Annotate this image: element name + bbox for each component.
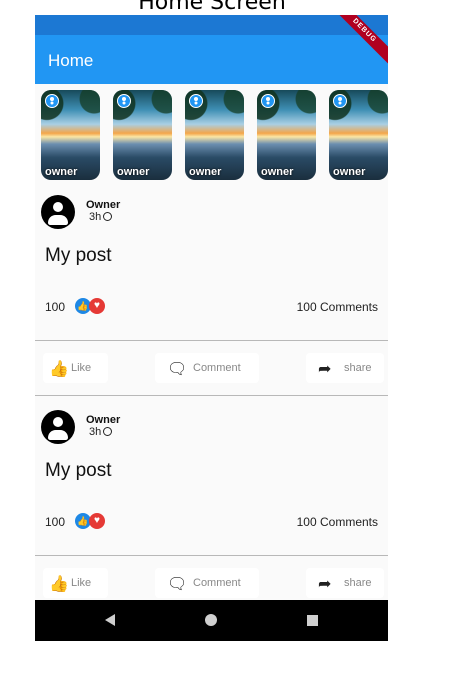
page-title: Home xyxy=(48,51,94,70)
reaction-count[interactable]: 100 xyxy=(45,515,65,529)
globe-icon xyxy=(103,427,113,436)
like-button[interactable]: 👍 Like xyxy=(43,353,108,383)
globe-icon xyxy=(103,212,113,221)
story-card[interactable]: owner xyxy=(257,90,316,180)
screen-caption: Home Screen xyxy=(138,0,286,15)
like-label: Like xyxy=(71,577,92,589)
post-card: Owner 3h My post 100 👍 ♥ 100 Comments 👍 … xyxy=(35,184,388,399)
reactions[interactable]: 👍 ♥ xyxy=(75,513,109,529)
story-card[interactable]: owner xyxy=(41,90,100,180)
post-author[interactable]: Owner xyxy=(86,414,120,426)
system-nav-bar xyxy=(35,600,388,641)
like-button[interactable]: 👍 Like xyxy=(43,568,108,598)
love-reaction-icon: ♥ xyxy=(89,298,105,314)
share-button[interactable]: ➦ share xyxy=(306,568,384,598)
status-bar xyxy=(35,15,388,35)
story-card[interactable]: owner xyxy=(185,90,244,180)
share-label: share xyxy=(344,362,372,374)
story-owner-name: owner xyxy=(333,166,366,178)
story-owner-name: owner xyxy=(189,166,222,178)
post-card: Owner 3h My post 100 👍 ♥ 100 Comments 👍 … xyxy=(35,399,388,599)
post-text: My post xyxy=(45,245,112,266)
speech-bubble-icon: 🗨 xyxy=(167,574,188,593)
share-arrow-icon: ➦ xyxy=(318,359,332,378)
back-icon[interactable] xyxy=(105,614,115,626)
story-card[interactable]: owner xyxy=(329,90,388,180)
reaction-count[interactable]: 100 xyxy=(45,300,65,314)
avatar[interactable] xyxy=(41,195,75,229)
post-time: 3h xyxy=(89,211,113,223)
phone-screen: Home DEBUG owner owner owner owner owner xyxy=(35,15,388,641)
story-owner-name: owner xyxy=(261,166,294,178)
comment-label: Comment xyxy=(193,362,241,374)
person-icon xyxy=(333,94,347,108)
post-time-label: 3h xyxy=(89,426,102,438)
home-icon[interactable] xyxy=(205,614,217,626)
person-icon xyxy=(261,94,275,108)
post-time: 3h xyxy=(89,426,113,438)
post-author[interactable]: Owner xyxy=(86,199,120,211)
speech-bubble-icon: 🗨 xyxy=(167,359,188,378)
comment-button[interactable]: 🗨 Comment xyxy=(155,353,259,383)
thumbs-up-icon: 👍 xyxy=(49,359,69,378)
share-arrow-icon: ➦ xyxy=(318,574,332,593)
thumbs-up-icon: 👍 xyxy=(49,574,69,593)
comments-count[interactable]: 100 Comments xyxy=(297,515,378,529)
story-card[interactable]: owner xyxy=(113,90,172,180)
comment-button[interactable]: 🗨 Comment xyxy=(155,568,259,598)
person-icon xyxy=(117,94,131,108)
story-owner-name: owner xyxy=(117,166,150,178)
share-label: share xyxy=(344,577,372,589)
divider xyxy=(35,555,388,556)
reactions[interactable]: 👍 ♥ xyxy=(75,298,109,314)
story-owner-name: owner xyxy=(45,166,78,178)
like-label: Like xyxy=(71,362,92,374)
stories-row[interactable]: owner owner owner owner owner xyxy=(35,84,388,184)
person-icon xyxy=(45,94,59,108)
recent-apps-icon[interactable] xyxy=(307,615,318,626)
comment-label: Comment xyxy=(193,577,241,589)
post-time-label: 3h xyxy=(89,211,102,223)
divider xyxy=(35,340,388,341)
app-bar: Home xyxy=(35,35,388,84)
love-reaction-icon: ♥ xyxy=(89,513,105,529)
divider xyxy=(35,395,388,396)
share-button[interactable]: ➦ share xyxy=(306,353,384,383)
person-icon xyxy=(189,94,203,108)
comments-count[interactable]: 100 Comments xyxy=(297,300,378,314)
post-text: My post xyxy=(45,460,112,481)
avatar[interactable] xyxy=(41,410,75,444)
